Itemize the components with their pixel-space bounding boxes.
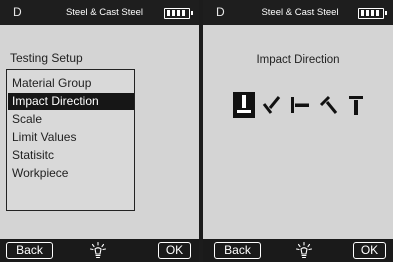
ok-button[interactable]: OK [353,242,386,259]
impact-horizontal-icon[interactable] [289,92,311,118]
impact-up-diagonal-icon[interactable] [317,92,339,118]
page-title: Testing Setup [10,51,83,65]
menu-item-impact-direction[interactable]: Impact Direction [8,93,134,110]
title-bar: D Steel & Cast Steel [0,0,199,25]
testing-setup-screen: D Steel & Cast Steel Testing Setup Mater… [0,0,199,262]
ok-button[interactable]: OK [158,242,191,259]
settings-menu: Material Group Impact Direction Scale Li… [6,69,135,211]
soft-key-bar: Back OK [0,239,199,262]
menu-item-statistic[interactable]: Statisitc [8,147,134,164]
menu-item-material-group[interactable]: Material Group [8,75,134,92]
backlight-icon[interactable] [296,242,312,259]
page-title: Impact Direction [256,54,340,66]
back-button[interactable]: Back [214,242,261,259]
backlight-icon[interactable] [90,242,106,259]
impact-direction-options [233,92,373,122]
impact-direction-screen: D Steel & Cast Steel Impact Direction Ba… [203,0,393,262]
battery-icon [358,8,387,19]
menu-item-limit-values[interactable]: Limit Values [8,129,134,146]
battery-icon [164,8,193,19]
impact-up-icon[interactable] [345,92,367,118]
soft-key-bar: Back OK [203,239,393,262]
menu-item-workpiece[interactable]: Workpiece [8,165,134,182]
impact-down-diagonal-icon[interactable] [261,92,283,118]
title-bar: D Steel & Cast Steel [203,0,393,25]
back-button[interactable]: Back [6,242,53,259]
menu-item-scale[interactable]: Scale [8,111,134,128]
impact-down-icon[interactable] [233,92,255,118]
